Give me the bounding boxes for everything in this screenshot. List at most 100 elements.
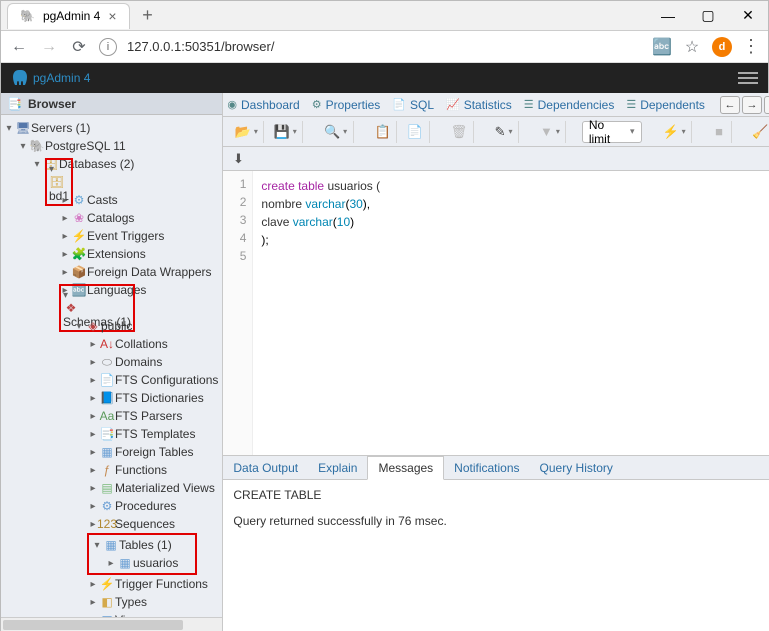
clear-button[interactable]: 🧹 — [747, 121, 769, 143]
close-tab-icon[interactable]: × — [108, 8, 116, 24]
translate-icon[interactable]: 🔤 — [652, 37, 672, 57]
tree-node-bd1[interactable]: ▾🗄bd1 — [1, 173, 222, 191]
browser-header-icon: 📑 — [7, 97, 22, 111]
save-file-button[interactable]: 💾 — [268, 121, 303, 143]
forward-button[interactable]: → — [39, 37, 59, 57]
tree-node-fts-templates[interactable]: ▸📑FTS Templates — [1, 425, 222, 443]
stop-button[interactable]: ■ — [708, 121, 732, 143]
tab-title: pgAdmin 4 — [43, 9, 100, 23]
tree-node-procedures[interactable]: ▸⚙Procedures — [1, 497, 222, 515]
paste-button[interactable]: 📄 — [401, 121, 429, 143]
pgadmin-header: pgAdmin 4 — [1, 63, 768, 93]
reload-button[interactable]: ⟳ — [69, 37, 89, 57]
result-tab-messages[interactable]: Messages — [367, 456, 444, 480]
url-field[interactable]: 127.0.0.1:50351/browser/ — [127, 39, 642, 54]
edit-button[interactable]: ✎ — [489, 121, 519, 143]
tree-node-databases[interactable]: ▾🗄Databases (2) — [1, 155, 222, 173]
delete-button[interactable]: 🗑 — [445, 121, 474, 143]
address-bar: ← → ⟳ i 127.0.0.1:50351/browser/ 🔤 ☆ d ⋮ — [1, 31, 768, 63]
pgadmin-logo[interactable]: pgAdmin 4 — [11, 69, 90, 87]
query-toolbar: 📂 💾 🔍 📋 📄 🗑 ✎ ▼ No limit▾ ⚡ ■ 🧹 — [223, 117, 769, 147]
sql-icon: 📄 — [392, 98, 406, 111]
tree-node-collations[interactable]: ▸A↓Collations — [1, 335, 222, 353]
tree-node-event-triggers[interactable]: ▸⚡Event Triggers — [1, 227, 222, 245]
copy-button[interactable]: 📋 — [369, 121, 397, 143]
message-line-2: Query returned successfully in 76 msec. — [233, 514, 769, 528]
browser-tab[interactable]: 🐘 pgAdmin 4 × — [7, 3, 130, 29]
minimize-button[interactable]: — — [648, 1, 688, 31]
filter-button[interactable]: ▼ — [535, 121, 567, 143]
tree-node-functions[interactable]: ▸ƒFunctions — [1, 461, 222, 479]
back-button[interactable]: ← — [9, 37, 29, 57]
result-tabs: Data Output Explain Messages Notificatio… — [223, 456, 769, 480]
browser-menu-icon[interactable]: ⋮ — [742, 36, 760, 57]
message-line-1: CREATE TABLE — [233, 488, 769, 502]
profile-avatar[interactable]: d — [712, 37, 732, 57]
tree-node-types[interactable]: ▸◧Types — [1, 593, 222, 611]
code-area[interactable]: create table usuarios ( nombre varchar(3… — [253, 171, 769, 455]
tree-node-trigger-functions[interactable]: ▸⚡Trigger Functions — [1, 575, 222, 593]
pgadmin-favicon: 🐘 — [20, 9, 35, 23]
dependencies-icon: ☰ — [524, 98, 534, 111]
result-tab-query-history[interactable]: Query History — [530, 457, 623, 479]
tree-node-public[interactable]: ▾◈public — [1, 317, 222, 335]
site-info-icon[interactable]: i — [99, 38, 117, 56]
download-csv-button[interactable]: ⬇ — [223, 147, 253, 171]
tree-node-schemas[interactable]: ▾❖Schemas (1) — [1, 299, 222, 317]
tree-node-servers[interactable]: ▾🖥Servers (1) — [1, 119, 222, 137]
properties-icon: ⚙ — [312, 98, 322, 111]
tab-statistics[interactable]: 📈Statistics — [446, 98, 512, 112]
bookmark-icon[interactable]: ☆ — [682, 37, 702, 57]
open-file-button[interactable]: 📂 — [229, 121, 264, 143]
tab-properties[interactable]: ⚙Properties — [312, 98, 381, 112]
tree-node-usuarios[interactable]: ▸▦usuarios — [91, 554, 193, 572]
tab-dependencies[interactable]: ☰Dependencies — [524, 98, 615, 112]
tree-node-fts-conf[interactable]: ▸📄FTS Configurations — [1, 371, 222, 389]
brand-text: pgAdmin 4 — [33, 71, 90, 85]
tree-node-pg11[interactable]: ▾🐘PostgreSQL 11 — [1, 137, 222, 155]
object-tree[interactable]: ▾🖥Servers (1) ▾🐘PostgreSQL 11 ▾🗄Database… — [1, 115, 222, 617]
result-tab-data-output[interactable]: Data Output — [223, 457, 308, 479]
tab-sql[interactable]: 📄SQL — [392, 98, 434, 112]
messages-output: CREATE TABLE Query returned successfully… — [223, 480, 769, 631]
elephant-icon — [11, 69, 27, 87]
results-panel: Data Output Explain Messages Notificatio… — [223, 456, 769, 631]
browser-tab-strip: 🐘 pgAdmin 4 × + — ▢ ✕ — [1, 1, 768, 31]
sidebar-horizontal-scrollbar[interactable] — [1, 617, 222, 631]
statistics-icon: 📈 — [446, 98, 460, 111]
tab-dashboard[interactable]: ◉Dashboard — [227, 98, 299, 112]
maximize-button[interactable]: ▢ — [688, 1, 728, 31]
sql-editor[interactable]: 12345 create table usuarios ( nombre var… — [223, 171, 769, 456]
tree-node-foreign-tables[interactable]: ▸▦Foreign Tables — [1, 443, 222, 461]
tabs-next-button[interactable]: → — [742, 96, 762, 114]
tabs-close-button[interactable]: ✕ — [764, 96, 769, 114]
result-tab-notifications[interactable]: Notifications — [444, 457, 529, 479]
tree-node-fts-parsers[interactable]: ▸AaFTS Parsers — [1, 407, 222, 425]
tree-node-tables[interactable]: ▾▦Tables (1) — [91, 536, 193, 554]
window-controls: — ▢ ✕ — [648, 1, 768, 31]
editor-secondary-bar — [253, 147, 769, 171]
line-gutter: 12345 — [223, 171, 253, 455]
limit-dropdown[interactable]: No limit▾ — [582, 121, 642, 143]
main-menu-button[interactable] — [738, 72, 758, 84]
tree-node-fts-dict[interactable]: ▸📘FTS Dictionaries — [1, 389, 222, 407]
close-window-button[interactable]: ✕ — [728, 1, 768, 31]
tree-node-extensions[interactable]: ▸🧩Extensions — [1, 245, 222, 263]
tree-node-catalogs[interactable]: ▸❀Catalogs — [1, 209, 222, 227]
tree-node-domains[interactable]: ▸⬭Domains — [1, 353, 222, 371]
tree-node-sequences[interactable]: ▸123Sequences — [1, 515, 222, 533]
find-button[interactable]: 🔍 — [319, 121, 354, 143]
browser-panel-header: 📑 Browser — [1, 93, 222, 115]
tab-dependents[interactable]: ☰Dependents — [626, 98, 705, 112]
tabs-prev-button[interactable]: ← — [720, 96, 740, 114]
tree-node-casts[interactable]: ▸⚙Casts — [1, 191, 222, 209]
main-content: ◉Dashboard ⚙Properties 📄SQL 📈Statistics … — [223, 93, 769, 631]
dependents-icon: ☰ — [626, 98, 636, 111]
tree-node-mat-views[interactable]: ▸▤Materialized Views — [1, 479, 222, 497]
tree-node-fdw[interactable]: ▸📦Foreign Data Wrappers — [1, 263, 222, 281]
browser-sidebar: 📑 Browser ▾🖥Servers (1) ▾🐘PostgreSQL 11 … — [1, 93, 223, 631]
panel-tabs: ◉Dashboard ⚙Properties 📄SQL 📈Statistics … — [223, 93, 769, 117]
result-tab-explain[interactable]: Explain — [308, 457, 367, 479]
execute-button[interactable]: ⚡ — [657, 121, 692, 143]
new-tab-button[interactable]: + — [136, 4, 160, 28]
